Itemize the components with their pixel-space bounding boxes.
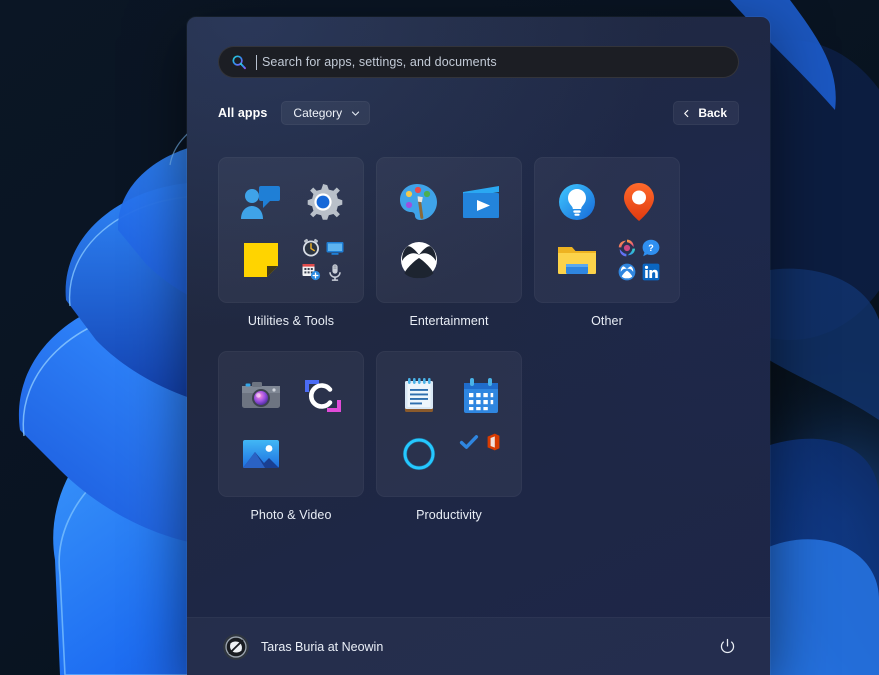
power-icon — [720, 638, 734, 654]
back-button-label: Back — [698, 106, 727, 120]
avatar — [223, 633, 249, 660]
back-button[interactable]: Back — [673, 101, 739, 125]
user-account-button[interactable]: Taras Buria at Neowin — [218, 629, 392, 665]
maps-pin-icon — [617, 180, 661, 224]
category-cell: ? Other — [534, 157, 680, 328]
category-cell: Entertainment — [376, 157, 522, 328]
category-tile-label: Productivity — [416, 508, 482, 522]
category-tile-label: Utilities & Tools — [247, 314, 335, 328]
get-help-icon: ? — [641, 238, 661, 258]
search-icon — [232, 55, 246, 70]
character-map-icon — [301, 262, 321, 282]
category-grid: Utilities & Tools Entertainment ? Other … — [218, 157, 739, 522]
file-explorer-icon — [555, 238, 599, 282]
category-cell: Productivity — [376, 351, 522, 522]
category-tiles-area: Utilities & Tools Entertainment ? Other … — [187, 125, 770, 617]
people-icon — [239, 180, 283, 224]
page-title: All apps — [218, 106, 268, 120]
desktop: Search for apps, settings, and documents… — [0, 0, 879, 675]
camera-icon — [239, 374, 283, 418]
more-apps-cluster — [459, 432, 503, 476]
search-caret — [256, 54, 257, 70]
linkedin-icon — [641, 262, 661, 282]
microsoft-office-icon — [483, 432, 503, 452]
category-tile-label: Other — [591, 314, 623, 328]
category-dropdown[interactable]: Category — [281, 101, 371, 125]
power-button[interactable] — [711, 631, 743, 663]
copilot-icon — [617, 238, 637, 258]
apps-header-row: All apps Category Back — [218, 101, 739, 125]
start-menu-footer: Taras Buria at Neowin — [187, 617, 770, 675]
microsoft-to-do-icon — [459, 432, 479, 452]
category-tile-other[interactable]: ? — [534, 157, 680, 303]
remote-desktop-icon — [325, 238, 345, 258]
sticky-notes-icon — [239, 238, 283, 282]
svg-text:?: ? — [648, 243, 654, 253]
category-tile-label: Photo & Video — [250, 508, 332, 522]
paint-icon — [397, 180, 441, 224]
chevron-down-icon — [352, 111, 360, 116]
more-apps-cluster: ? — [617, 238, 661, 282]
category-tile-label: Entertainment — [409, 314, 489, 328]
category-cell: Utilities & Tools — [218, 157, 364, 328]
search-input[interactable]: Search for apps, settings, and documents — [218, 46, 739, 78]
category-tile-utilities-tools[interactable] — [218, 157, 364, 303]
snipping-tool-icon — [301, 374, 345, 418]
calendar-icon — [459, 374, 503, 418]
xbox-game-bar-icon — [617, 262, 637, 282]
photos-icon — [239, 432, 283, 476]
icon-slot-empty — [459, 456, 479, 476]
notepad-icon — [397, 374, 441, 418]
search-placeholder: Search for apps, settings, and documents — [262, 55, 497, 69]
xbox-icon — [397, 238, 441, 282]
category-dropdown-label: Category — [293, 106, 343, 120]
category-tile-entertainment[interactable] — [376, 157, 522, 303]
user-name: Taras Buria at Neowin — [261, 639, 384, 654]
media-player-icon — [459, 180, 503, 224]
start-menu-panel: Search for apps, settings, and documents… — [187, 17, 770, 675]
alarms-clock-icon — [301, 238, 321, 258]
more-apps-cluster — [301, 238, 345, 282]
category-tile-productivity[interactable] — [376, 351, 522, 497]
settings-gear-icon — [301, 180, 345, 224]
cortana-icon — [397, 432, 441, 476]
icon-slot-empty — [483, 456, 503, 476]
chevron-left-icon — [684, 109, 689, 117]
category-tile-photo-video[interactable] — [218, 351, 364, 497]
voice-recorder-icon — [325, 262, 345, 282]
category-cell: Photo & Video — [218, 351, 364, 522]
search-area: Search for apps, settings, and documents — [187, 17, 770, 78]
tips-lightbulb-icon — [555, 180, 599, 224]
